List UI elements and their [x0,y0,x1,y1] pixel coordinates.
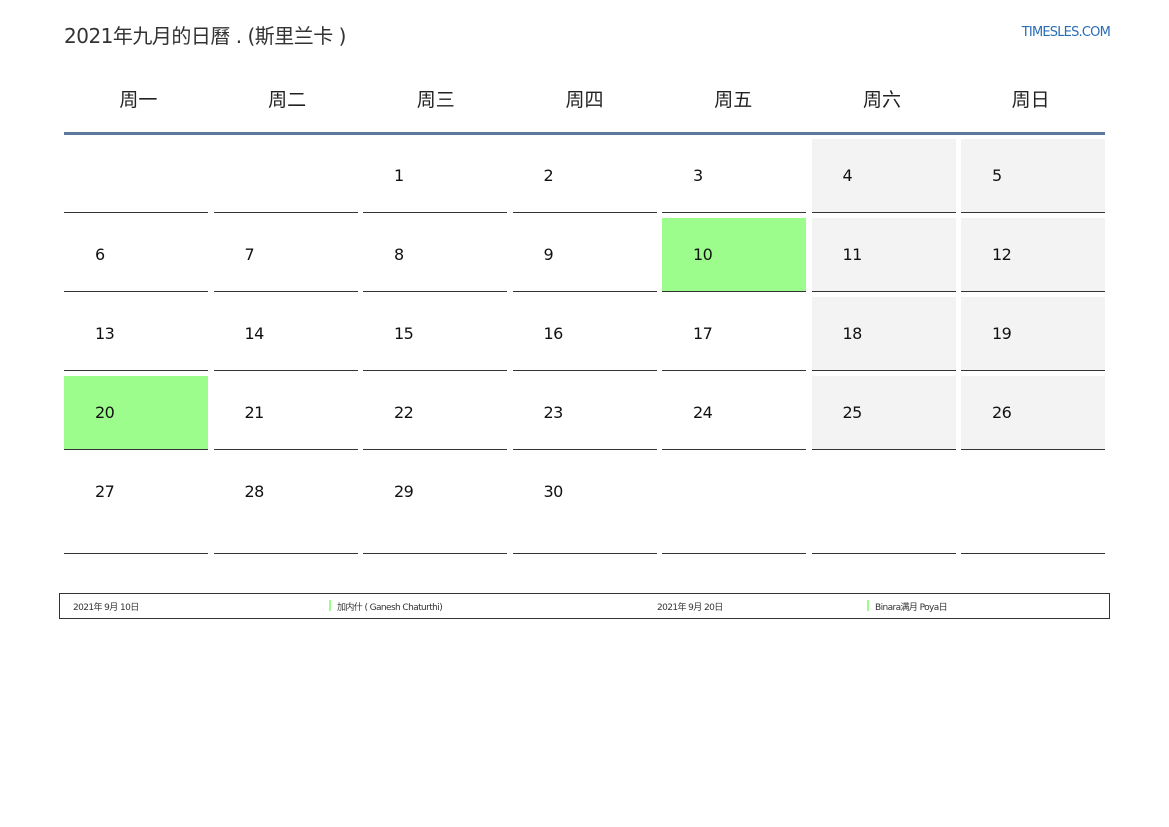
day-number: 9 [543,245,554,264]
day-number: 21 [244,403,265,422]
day-cell: 29 [363,455,507,554]
holiday-marker [867,600,869,611]
day-cell: 30 [512,455,657,554]
day-number: 1 [394,166,404,185]
day-cell: 18 [811,297,956,371]
weekday-fri: 周五 [714,89,753,111]
day-number: 10 [693,245,713,264]
day-cell: 19 [961,297,1105,371]
day-cell: 6 [64,218,208,292]
day-cell: 25 [811,376,956,450]
day-number: 22 [394,403,414,422]
day-cell: 24 [662,376,806,450]
day-cell: 2 [512,139,657,213]
weekday-mon: 周一 [119,89,158,111]
day-number: 29 [394,482,414,501]
calendar-grid: 1 2 3 4 5 6 7 8 9 10 11 12 13 14 15 16 17 18 19 20 21 22 23 24 2… [64,139,1105,559]
day-number: 8 [394,245,404,264]
day-number: 13 [95,324,115,343]
day-cell: 28 [213,455,358,554]
weekday-wed: 周三 [416,89,455,111]
holiday-legend: 2021年 9月 10日 加内什 ( Ganesh Chaturthi) 202… [59,593,1110,619]
empty-cell [64,139,208,213]
day-number: 15 [394,324,414,343]
day-number: 19 [992,324,1012,343]
day-number: 2 [543,166,554,185]
week-row: 1 2 3 4 5 [64,139,1105,213]
day-number: 5 [992,166,1002,185]
day-cell: 1 [363,139,507,213]
day-number: 26 [992,403,1012,422]
legend-date-2: 2021年 9月 20日 [657,603,723,613]
day-number: 4 [842,166,853,185]
day-cell: 9 [512,218,657,292]
day-number: 24 [693,403,713,422]
day-cell: 3 [662,139,806,213]
holiday-marker [329,600,331,611]
legend-holiday-2: Binara满月 Poya日 [875,603,948,613]
day-cell: 16 [512,297,657,371]
day-number: 17 [693,324,713,343]
day-number: 14 [244,324,265,343]
day-cell: 7 [213,218,358,292]
weekday-header: 周一 周二 周三 周四 周五 周六 周日 [64,80,1105,135]
day-number: 6 [95,245,105,264]
page-title: 2021年九月的日曆 . (斯里兰卡 ) [64,24,346,48]
legend-date-1: 2021年 9月 10日 [73,603,139,613]
day-cell: 20 [64,376,208,450]
day-cell: 10 [662,218,806,292]
day-number: 7 [244,245,255,264]
day-cell: 5 [961,139,1105,213]
week-row: 6 7 8 9 10 11 12 [64,218,1105,292]
day-cell: 11 [811,218,956,292]
empty-cell [213,139,358,213]
day-number: 27 [95,482,115,501]
weekday-thu: 周四 [565,89,604,111]
day-number: 30 [543,482,564,501]
day-cell: 21 [213,376,358,450]
day-cell: 26 [961,376,1105,450]
day-number: 12 [992,245,1012,264]
day-cell: 12 [961,218,1105,292]
weekday-sat: 周六 [862,89,901,111]
day-number: 16 [543,324,564,343]
day-number: 11 [842,245,863,264]
weekday-sun: 周日 [1011,89,1050,111]
day-number: 20 [95,403,115,422]
day-cell: 27 [64,455,208,554]
empty-cell [961,455,1105,554]
day-cell: 23 [512,376,657,450]
week-row: 27 28 29 30 [64,455,1105,554]
legend-holiday-1: 加内什 ( Ganesh Chaturthi) [337,603,443,613]
day-cell: 13 [64,297,208,371]
weekday-tue: 周二 [268,89,307,111]
week-row: 13 14 15 16 17 18 19 [64,297,1105,371]
day-number: 28 [244,482,265,501]
day-cell: 17 [662,297,806,371]
day-cell: 14 [213,297,358,371]
day-number: 25 [842,403,863,422]
empty-cell [811,455,956,554]
day-cell: 22 [363,376,507,450]
day-cell: 4 [811,139,956,213]
day-number: 18 [842,324,863,343]
day-cell: 15 [363,297,507,371]
empty-cell [662,455,806,554]
week-row: 20 21 22 23 24 25 26 [64,376,1105,450]
day-cell: 8 [363,218,507,292]
day-number: 3 [693,166,703,185]
day-number: 23 [543,403,564,422]
site-link[interactable]: TIMESLES.COM [1022,25,1111,40]
